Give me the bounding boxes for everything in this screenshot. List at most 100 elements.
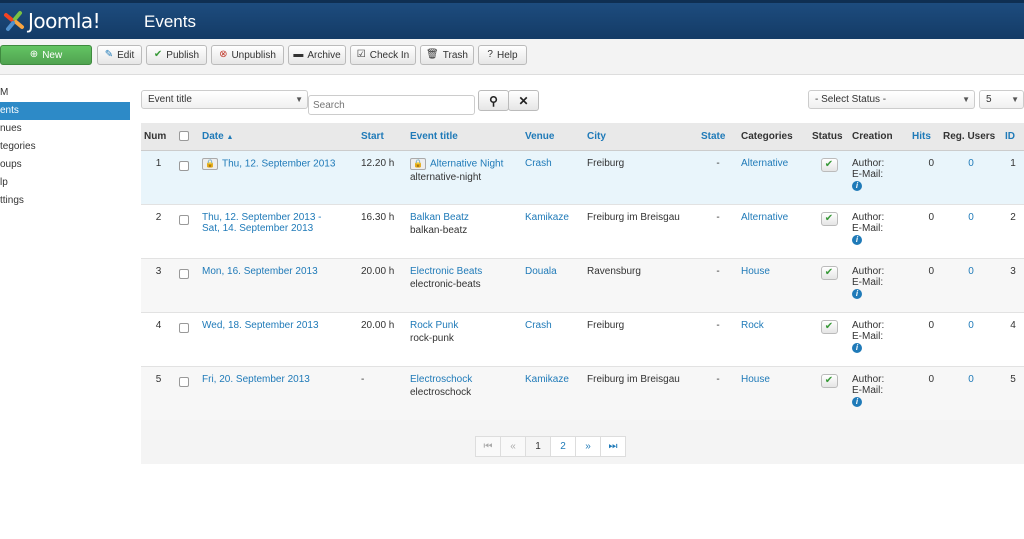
event-date-link[interactable]: Thu, 12. September 2013 xyxy=(222,158,335,169)
col-event-title[interactable]: Event title xyxy=(407,123,522,151)
col-state[interactable]: State xyxy=(698,123,738,151)
event-title-link[interactable]: Balkan Beatz xyxy=(410,212,469,223)
event-title-link[interactable]: Electroschock xyxy=(410,374,472,385)
published-check-icon[interactable]: ✔ xyxy=(820,211,838,226)
row-checkbox[interactable] xyxy=(179,268,189,279)
row-venue: Crash xyxy=(522,312,584,366)
event-date-link[interactable]: Mon, 16. September 2013 xyxy=(202,266,318,277)
pagination-page-2[interactable]: 2 xyxy=(550,436,576,457)
creation-author: Author: xyxy=(852,319,885,331)
pagination-page-1[interactable]: 1 xyxy=(525,436,551,457)
reg-users-link[interactable]: 0 xyxy=(968,266,974,277)
row-checkbox[interactable] xyxy=(179,160,189,171)
reg-users-link[interactable]: 0 xyxy=(968,158,974,169)
pagination-start[interactable]: ⏮ xyxy=(475,436,501,457)
published-check-icon[interactable]: ✔ xyxy=(820,373,838,388)
category-link[interactable]: Alternative xyxy=(741,158,788,169)
event-date-end[interactable]: Sat, 14. September 2013 xyxy=(202,223,355,234)
help-button[interactable]: ? Help xyxy=(478,45,527,65)
category-link[interactable]: Alternative xyxy=(741,212,788,223)
row-status: ✔ xyxy=(809,312,849,366)
published-check-icon[interactable]: ✔ xyxy=(820,265,838,280)
col-venue[interactable]: Venue xyxy=(522,123,584,151)
publish-button[interactable]: ✔ Publish xyxy=(146,45,207,65)
sidebar-item-groups[interactable]: oups xyxy=(0,156,130,174)
sidebar-item-categories[interactable]: tegories xyxy=(0,138,130,156)
search-button[interactable]: ⚲ xyxy=(478,90,509,111)
trash-button[interactable]: 🗑 Trash xyxy=(420,45,474,65)
row-category: Alternative xyxy=(738,150,809,204)
filter-field-select[interactable]: Event title ▼ xyxy=(141,90,308,109)
event-date-link[interactable]: Wed, 18. September 2013 xyxy=(202,320,319,331)
col-hits[interactable]: Hits xyxy=(909,123,940,151)
sidebar-item-help[interactable]: lp xyxy=(0,174,130,192)
sort-asc-icon: ▲ xyxy=(226,133,234,141)
info-icon[interactable]: i xyxy=(852,396,862,407)
venue-link[interactable]: Douala xyxy=(525,266,557,277)
lock-icon[interactable]: 🔒 xyxy=(202,157,218,170)
pagination-next[interactable]: » xyxy=(575,436,601,457)
status-filter-select[interactable]: - Select Status - ▼ xyxy=(808,90,975,109)
reg-users-link[interactable]: 0 xyxy=(968,212,974,223)
sidebar-item-events[interactable]: ents xyxy=(0,102,130,120)
reg-users-link[interactable]: 0 xyxy=(968,320,974,331)
creation-email: E-Mail: xyxy=(852,330,884,342)
info-icon[interactable]: i xyxy=(852,180,862,191)
published-check-icon[interactable]: ✔ xyxy=(820,157,838,172)
event-alias: balkan-beatz xyxy=(410,224,468,236)
pagination-end[interactable]: ⏭ xyxy=(600,436,626,457)
published-check-icon[interactable]: ✔ xyxy=(820,319,838,334)
edit-button[interactable]: ✎ Edit xyxy=(97,45,142,65)
venue-link[interactable]: Kamikaze xyxy=(525,212,569,223)
reg-users-link[interactable]: 0 xyxy=(968,374,974,385)
search-input[interactable] xyxy=(308,95,475,115)
category-link[interactable]: Rock xyxy=(741,320,764,331)
sidebar-item-venues[interactable]: nues xyxy=(0,120,130,138)
table-row: 1 🔒 Thu, 12. September 2013 12.20 h 🔒 Alterna… xyxy=(141,150,1024,204)
info-icon[interactable]: i xyxy=(852,234,862,245)
pagination-prev[interactable]: « xyxy=(500,436,526,457)
check-in-button[interactable]: ☑ Check In xyxy=(350,45,416,65)
row-checkbox[interactable] xyxy=(179,376,189,387)
creation-author: Author: xyxy=(852,265,885,277)
sidebar-item-jem[interactable]: M xyxy=(0,84,130,102)
joomla-logo[interactable]: Joomla! xyxy=(2,8,101,34)
venue-link[interactable]: Crash xyxy=(525,320,552,331)
row-checkbox[interactable] xyxy=(179,214,189,225)
row-date: Mon, 16. September 2013 xyxy=(199,258,358,312)
row-checkbox[interactable] xyxy=(179,322,189,333)
sidebar-item-settings[interactable]: ttings xyxy=(0,192,130,210)
category-link[interactable]: House xyxy=(741,374,770,385)
archive-button[interactable]: ▬ Archive xyxy=(288,45,346,65)
row-num: 4 xyxy=(155,319,162,331)
row-id: 4 xyxy=(1010,319,1016,331)
venue-link[interactable]: Crash xyxy=(525,158,552,169)
event-title-link[interactable]: Electronic Beats xyxy=(410,266,482,277)
col-city[interactable]: City xyxy=(584,123,698,151)
row-select xyxy=(176,312,199,366)
event-title-link[interactable]: Rock Punk xyxy=(410,320,458,331)
select-all-checkbox[interactable] xyxy=(179,131,189,142)
prev-page-icon: « xyxy=(510,441,516,452)
row-city: Freiburg im Breisgau xyxy=(587,211,680,223)
col-date[interactable]: Date ▲ xyxy=(199,123,358,151)
page-title: Events xyxy=(144,12,196,31)
event-date-link[interactable]: Thu, 12. September 2013 - xyxy=(202,212,322,223)
event-date-link[interactable]: Fri, 20. September 2013 xyxy=(202,374,310,385)
venue-link[interactable]: Kamikaze xyxy=(525,374,569,385)
info-icon[interactable]: i xyxy=(852,288,862,299)
lock-icon[interactable]: 🔒 xyxy=(410,157,426,170)
category-link[interactable]: House xyxy=(741,266,770,277)
row-num: 2 xyxy=(155,211,162,223)
col-id[interactable]: ID xyxy=(1002,123,1024,151)
clear-search-button[interactable]: ✕ xyxy=(508,90,539,111)
checkbox-icon: ☑ xyxy=(356,49,366,60)
event-title-link[interactable]: Alternative Night xyxy=(430,158,503,169)
row-start: 20.00 h xyxy=(361,319,395,331)
col-start[interactable]: Start xyxy=(358,123,407,151)
list-limit-select[interactable]: 5 ▼ xyxy=(979,90,1024,109)
unpublish-button[interactable]: ⊗ Unpublish xyxy=(211,45,284,65)
info-icon[interactable]: i xyxy=(852,342,862,353)
row-state: - xyxy=(716,211,720,223)
new-button[interactable]: ⊕ New xyxy=(0,45,92,65)
